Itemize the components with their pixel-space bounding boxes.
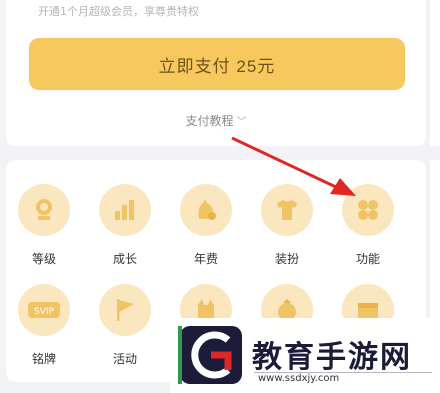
feature-dress-up[interactable]: 装扮 xyxy=(255,184,319,267)
medal-icon xyxy=(18,184,70,236)
feature-label: 年费 xyxy=(193,252,218,266)
feature-label: 功能 xyxy=(355,252,380,266)
annual-fee-icon xyxy=(180,184,232,236)
feature-label: 等级 xyxy=(31,252,56,266)
watermark-url: www.ssdxjy.com xyxy=(258,373,340,384)
feature-label: 活动 xyxy=(112,352,137,366)
feature-nameplate[interactable]: SVIP 铭牌 xyxy=(12,284,76,367)
feature-level[interactable]: 等级 xyxy=(12,184,76,267)
flag-icon xyxy=(99,284,151,336)
clover-function-icon xyxy=(342,184,394,236)
chevron-down-icon: ﹀ xyxy=(236,117,247,128)
feature-growth[interactable]: 成长 xyxy=(93,184,157,267)
svip-nameplate-icon: SVIP xyxy=(18,284,70,336)
feature-label: 铭牌 xyxy=(31,352,56,366)
payment-tutorial-label: 支付教程 xyxy=(185,114,234,128)
feature-label: 成长 xyxy=(112,252,137,266)
feature-annual-fee[interactable]: 年费 xyxy=(174,184,238,267)
growth-bars-icon xyxy=(99,184,151,236)
adjacent-card-edge xyxy=(430,0,440,146)
membership-subtitle: 开通1个月超级会员，享尊贵特权 xyxy=(38,5,199,18)
payment-tutorial-link[interactable]: 支付教程 ﹀ xyxy=(6,112,426,129)
watermark-title: 教育手游网 xyxy=(252,340,412,375)
tshirt-icon xyxy=(261,184,313,236)
feature-label: 装扮 xyxy=(274,252,299,266)
payment-card: 开通1个月超级会员，享尊贵特权 立即支付 25元 支付教程 ﹀ xyxy=(6,0,426,146)
feature-activity[interactable]: 活动 xyxy=(93,284,157,367)
pay-now-button[interactable]: 立即支付 25元 xyxy=(29,38,405,90)
feature-function[interactable]: 功能 xyxy=(336,184,400,267)
watermark-logo-icon xyxy=(178,326,242,384)
svg-text:SVIP: SVIP xyxy=(34,307,55,317)
